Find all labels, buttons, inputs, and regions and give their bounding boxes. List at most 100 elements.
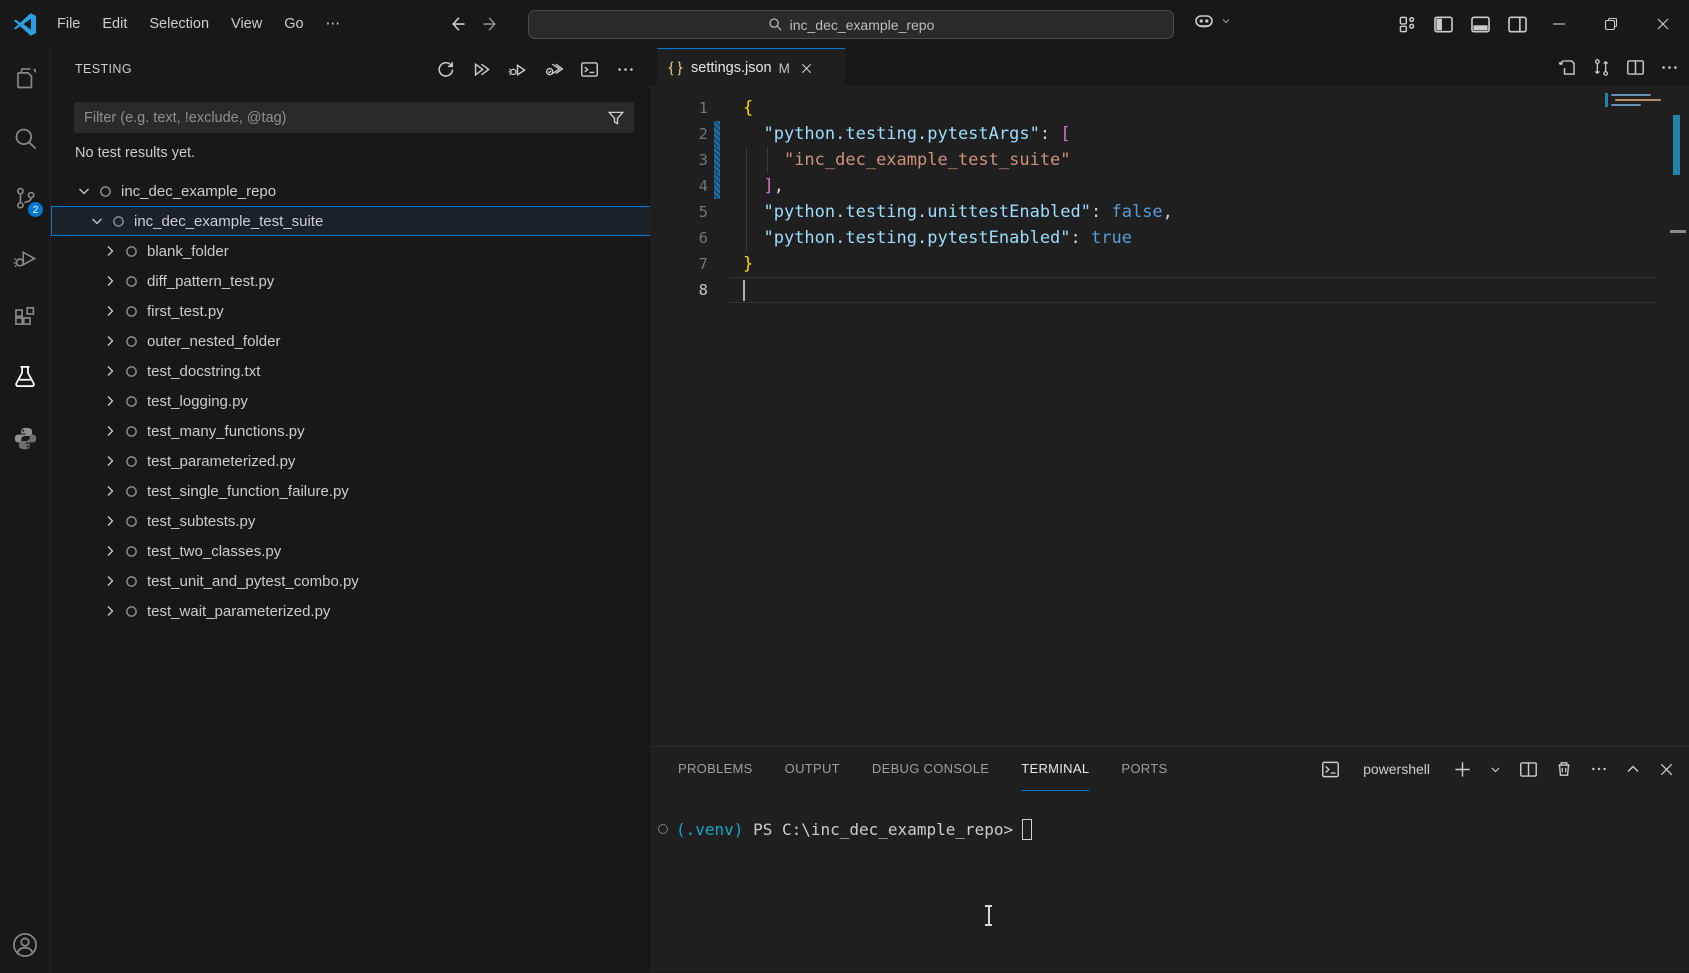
chevron-right-icon[interactable] bbox=[102, 573, 118, 589]
python-view-icon[interactable] bbox=[0, 408, 50, 468]
maximize-panel-icon[interactable] bbox=[1625, 761, 1641, 777]
editor-group: settings.json M bbox=[650, 48, 1689, 972]
test-tree-item[interactable]: test_many_functions.py bbox=[51, 416, 651, 446]
split-editor-icon[interactable] bbox=[1626, 58, 1645, 77]
panel-tab-terminal[interactable]: TERMINAL bbox=[1021, 747, 1089, 791]
chevron-right-icon[interactable] bbox=[102, 243, 118, 259]
minimap[interactable] bbox=[1609, 92, 1667, 118]
sidebar-more-actions-icon[interactable] bbox=[614, 58, 637, 81]
test-tree-item-label: test_docstring.txt bbox=[147, 363, 260, 380]
chevron-right-icon[interactable] bbox=[102, 453, 118, 469]
panel-tab-ports[interactable]: PORTS bbox=[1121, 747, 1167, 791]
command-center-search[interactable]: inc_dec_example_repo bbox=[528, 10, 1174, 39]
close-window-button[interactable] bbox=[1637, 0, 1689, 48]
test-tree-item[interactable]: test_unit_and_pytest_combo.py bbox=[51, 566, 651, 596]
test-tree-item[interactable]: test_logging.py bbox=[51, 386, 651, 416]
chevron-right-icon[interactable] bbox=[102, 393, 118, 409]
chevron-right-icon[interactable] bbox=[102, 543, 118, 559]
toggle-primary-sidebar-icon[interactable] bbox=[1433, 14, 1454, 35]
code-line-3: 3 "inc_dec_example_test_suite" bbox=[650, 147, 1650, 173]
chevron-right-icon[interactable] bbox=[102, 363, 118, 379]
back-arrow-icon[interactable] bbox=[447, 14, 467, 34]
test-state-circle-icon bbox=[125, 455, 138, 468]
tab-settings-json[interactable]: settings.json M bbox=[657, 48, 845, 87]
close-panel-icon[interactable] bbox=[1658, 761, 1675, 778]
new-terminal-icon[interactable] bbox=[1453, 760, 1472, 779]
terminal-command-decoration[interactable] bbox=[658, 824, 668, 834]
forward-arrow-icon[interactable] bbox=[481, 14, 501, 34]
menu-view[interactable]: View bbox=[220, 9, 273, 39]
chevron-right-icon[interactable] bbox=[102, 603, 118, 619]
account-icon[interactable] bbox=[0, 922, 50, 968]
menu-file[interactable]: File bbox=[46, 9, 91, 39]
panel-tab-output[interactable]: OUTPUT bbox=[785, 747, 840, 791]
shell-label[interactable]: powershell bbox=[1363, 761, 1430, 777]
run-and-debug-icon[interactable] bbox=[0, 228, 50, 288]
filter-icon[interactable] bbox=[607, 109, 625, 127]
toggle-panel-icon[interactable] bbox=[1470, 14, 1491, 35]
open-changes-icon[interactable] bbox=[1558, 58, 1577, 77]
extensions-icon[interactable] bbox=[0, 288, 50, 348]
refresh-tests-icon[interactable] bbox=[434, 58, 457, 81]
chevron-right-icon[interactable] bbox=[102, 273, 118, 289]
test-filter-input[interactable] bbox=[74, 110, 607, 126]
test-output-terminal-icon[interactable] bbox=[578, 58, 601, 81]
chevron-right-icon[interactable] bbox=[102, 423, 118, 439]
test-state-circle-icon bbox=[125, 395, 138, 408]
run-tests-coverage-icon[interactable] bbox=[542, 58, 565, 81]
chevron-right-icon[interactable] bbox=[102, 513, 118, 529]
run-all-tests-icon[interactable] bbox=[470, 58, 493, 81]
test-tree-item[interactable]: blank_folder bbox=[51, 236, 651, 266]
test-tree-item-label: test_logging.py bbox=[147, 393, 248, 410]
test-tree-item[interactable]: test_parameterized.py bbox=[51, 446, 651, 476]
test-tree-item-label: inc_dec_example_test_suite bbox=[134, 213, 323, 230]
search-view-icon[interactable] bbox=[0, 108, 50, 168]
test-tree-item[interactable]: first_test.py bbox=[51, 296, 651, 326]
testing-view-icon[interactable] bbox=[0, 348, 50, 408]
menu-go[interactable]: Go bbox=[273, 9, 314, 39]
chevron-down-icon[interactable] bbox=[89, 213, 105, 229]
toggle-secondary-sidebar-icon[interactable] bbox=[1507, 14, 1528, 35]
compare-changes-icon[interactable] bbox=[1592, 58, 1611, 77]
panel-tab-problems[interactable]: PROBLEMS bbox=[678, 747, 753, 791]
test-tree-item[interactable]: test_subtests.py bbox=[51, 506, 651, 536]
menu-selection[interactable]: Selection bbox=[138, 9, 220, 39]
split-terminal-icon[interactable] bbox=[1519, 760, 1538, 779]
kill-terminal-icon[interactable] bbox=[1555, 760, 1573, 778]
tab-modified-badge: M bbox=[779, 61, 790, 76]
copilot-button[interactable] bbox=[1192, 9, 1232, 33]
tab-close-icon[interactable] bbox=[799, 61, 814, 76]
code-line-6: 6 "python.testing.pytestEnabled": true bbox=[650, 225, 1650, 251]
test-tree-item[interactable]: test_docstring.txt bbox=[51, 356, 651, 386]
test-tree-item[interactable]: outer_nested_folder bbox=[51, 326, 651, 356]
customize-layout-icon[interactable] bbox=[1398, 15, 1417, 34]
terminal-dropdown-icon[interactable] bbox=[1489, 763, 1502, 776]
minimize-button[interactable] bbox=[1533, 0, 1585, 48]
test-tree-item[interactable]: test_wait_parameterized.py bbox=[51, 596, 651, 626]
test-state-circle-icon bbox=[125, 485, 138, 498]
menu-[interactable]: ⋯ bbox=[315, 9, 352, 39]
code-line-2: 2 "python.testing.pytestArgs": [ bbox=[650, 121, 1650, 147]
test-tree-item[interactable]: test_two_classes.py bbox=[51, 536, 651, 566]
chevron-right-icon[interactable] bbox=[102, 333, 118, 349]
chevron-right-icon[interactable] bbox=[102, 303, 118, 319]
panel-tab-debug-console[interactable]: DEBUG CONSOLE bbox=[872, 747, 989, 791]
panel-more-actions-icon[interactable] bbox=[1590, 760, 1608, 778]
source-control-icon[interactable]: 2 bbox=[0, 168, 50, 228]
test-tree-item[interactable]: inc_dec_example_test_suite bbox=[51, 206, 651, 236]
code-editor[interactable]: 1{2 "python.testing.pytestArgs": [3 "inc… bbox=[650, 87, 1689, 746]
restore-button[interactable] bbox=[1585, 0, 1637, 48]
test-tree-item-label: outer_nested_folder bbox=[147, 333, 280, 350]
menu-edit[interactable]: Edit bbox=[91, 9, 138, 39]
test-tree-item[interactable]: diff_pattern_test.py bbox=[51, 266, 651, 296]
chevron-down-icon[interactable] bbox=[76, 183, 92, 199]
editor-more-actions-icon[interactable] bbox=[1660, 58, 1679, 77]
test-tree-item[interactable]: inc_dec_example_repo bbox=[51, 176, 651, 206]
tab-label: settings.json bbox=[691, 60, 772, 76]
terminal-view[interactable]: (.venv) PS C:\inc_dec_example_repo> bbox=[650, 803, 1689, 973]
chevron-right-icon[interactable] bbox=[102, 483, 118, 499]
sidebar-title: TESTING bbox=[75, 62, 132, 76]
explorer-icon[interactable] bbox=[0, 48, 50, 108]
debug-all-tests-icon[interactable] bbox=[506, 58, 529, 81]
test-tree-item[interactable]: test_single_function_failure.py bbox=[51, 476, 651, 506]
